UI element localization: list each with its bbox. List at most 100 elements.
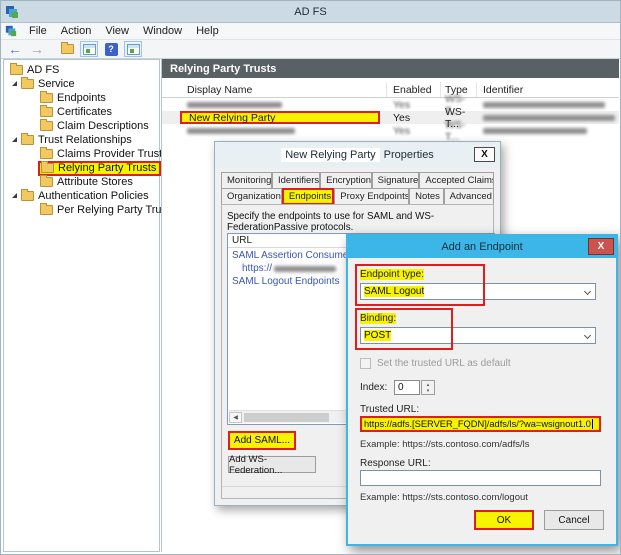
redacted-url	[274, 266, 336, 272]
tree-item-adfs[interactable]: AD FS	[4, 63, 159, 77]
tab-monitoring[interactable]: Monitoring	[221, 172, 272, 189]
export-list-icon[interactable]	[58, 41, 76, 57]
tab-proxy-endpoints[interactable]: Proxy Endpoints	[334, 188, 409, 205]
back-icon[interactable]: ←	[6, 41, 24, 57]
binding-label: Binding:	[360, 313, 396, 324]
tab-row-2: Organization Endpoints Proxy Endpoints N…	[221, 188, 494, 205]
enabled-value: Yes	[393, 125, 410, 137]
trusted-url-example: Example: https://sts.contoso.com/adfs/ls	[360, 439, 530, 450]
tree-item-claims-provider-trusts[interactable]: Claims Provider Trusts	[4, 147, 159, 161]
adfs-management-window: AD FS File Action View Window Help ← → ?…	[0, 0, 621, 555]
expander-icon[interactable]	[12, 193, 17, 198]
add-ws-federation-button[interactable]: Add WS-Federation...	[228, 456, 316, 473]
tree-item-trust-relationships[interactable]: Trust Relationships	[4, 133, 159, 147]
tree-item-claim-descriptions[interactable]: Claim Descriptions	[4, 119, 159, 133]
chevron-down-icon	[584, 288, 591, 295]
folder-icon	[40, 205, 53, 215]
expander-icon[interactable]	[12, 81, 17, 86]
tab-notes[interactable]: Notes	[409, 188, 444, 205]
trusted-url-value: https://adfs.[SERVER_FQDN]/adfs/ls/?wa=w…	[364, 419, 591, 429]
tab-accepted-claims[interactable]: Accepted Claims	[419, 172, 494, 189]
chevron-down-icon	[584, 332, 591, 339]
expander-icon[interactable]	[12, 137, 17, 142]
tree-label: Trust Relationships	[38, 134, 132, 146]
redacted-identifier	[483, 102, 605, 108]
tab-signature[interactable]: Signature	[372, 172, 420, 189]
ok-button[interactable]: OK	[474, 510, 534, 530]
index-input[interactable]: 0	[394, 380, 420, 395]
close-icon[interactable]: X	[588, 238, 614, 255]
tab-encryption[interactable]: Encryption	[320, 172, 371, 189]
display-name-value: New Relying Party	[189, 112, 275, 124]
menu-action[interactable]: Action	[54, 23, 99, 39]
default-url-checkbox-label: Set the trusted URL as default	[377, 358, 511, 369]
tab-advanced[interactable]: Advanced	[444, 188, 494, 205]
binding-select[interactable]: POST	[360, 327, 596, 344]
redacted-display-name	[187, 128, 295, 134]
column-header-enabled[interactable]: Enabled	[387, 82, 441, 97]
folder-icon	[40, 149, 53, 159]
question-glyph: ?	[105, 43, 118, 56]
tree-label: Authentication Policies	[38, 190, 149, 202]
help-icon[interactable]: ?	[102, 41, 120, 57]
show-console-tree-icon[interactable]	[80, 41, 98, 57]
add-saml-button[interactable]: Add SAML...	[228, 431, 296, 450]
endpoint-type-select[interactable]: SAML Logout	[360, 283, 596, 300]
cancel-button[interactable]: Cancel	[544, 510, 604, 530]
tree-item-relying-party-trusts[interactable]: Relying Party Trusts	[4, 161, 159, 175]
table-header-row: Display Name Enabled Type Identifier	[162, 82, 619, 98]
new-window-icon[interactable]	[124, 41, 142, 57]
spin-down-icon[interactable]: ▾	[427, 388, 430, 394]
tree-item-certificates[interactable]: Certificates	[4, 105, 159, 119]
tree-item-service[interactable]: Service	[4, 77, 159, 91]
tree-item-authentication-policies[interactable]: Authentication Policies	[4, 189, 159, 203]
close-icon[interactable]: X	[474, 147, 495, 162]
folder-icon	[21, 191, 34, 201]
index-label: Index:	[360, 382, 387, 393]
endpoint-type-label: Endpoint type:	[360, 269, 424, 280]
endpoints-description: Specify the endpoints to use for SAML an…	[227, 211, 488, 233]
folder-icon	[40, 121, 53, 131]
window-glyph	[127, 44, 140, 55]
redacted-identifier	[483, 128, 587, 134]
tree-item-attribute-stores[interactable]: Attribute Stores	[4, 175, 159, 189]
tree-label: Attribute Stores	[57, 176, 133, 188]
add-endpoint-title: Add an Endpoint	[441, 241, 522, 253]
menu-bar: File Action View Window Help	[1, 23, 620, 40]
redacted-display-name	[187, 102, 282, 108]
menu-file[interactable]: File	[22, 23, 54, 39]
tree-label: Certificates	[57, 106, 112, 118]
tree-item-endpoints[interactable]: Endpoints	[4, 91, 159, 105]
add-endpoint-titlebar: Add an Endpoint X	[348, 236, 616, 258]
tab-endpoints[interactable]: Endpoints	[282, 188, 334, 205]
index-stepper[interactable]: ▴▾	[421, 380, 435, 395]
console-tree-panel: AD FS Service Endpoints Certificates Cla…	[3, 59, 160, 552]
tab-organization[interactable]: Organization	[221, 188, 282, 205]
menu-window[interactable]: Window	[136, 23, 189, 39]
response-url-input[interactable]	[360, 470, 601, 486]
back-arrow-glyph: ←	[8, 42, 22, 56]
table-row-selected[interactable]: New Relying Party Yes WS-T...	[162, 111, 619, 124]
tree-item-per-relying-party-trust[interactable]: Per Relying Party Trust	[4, 203, 159, 217]
scroll-left-icon[interactable]: ◀	[229, 412, 242, 423]
table-row[interactable]: Yes WS-T...	[162, 124, 619, 137]
binding-value: POST	[364, 330, 391, 341]
url-prefix: https://	[242, 263, 272, 274]
table-row[interactable]: Yes WS-T...	[162, 98, 619, 111]
window-title: AD FS	[1, 6, 620, 18]
menu-view[interactable]: View	[98, 23, 136, 39]
menu-help[interactable]: Help	[189, 23, 226, 39]
column-header-display-name[interactable]: Display Name	[162, 82, 387, 97]
response-url-example: Example: https://sts.contoso.com/logout	[360, 492, 528, 503]
folder-icon	[10, 65, 23, 75]
default-url-checkbox[interactable]	[360, 358, 371, 369]
text-cursor	[592, 419, 593, 429]
forward-icon[interactable]: →	[28, 41, 46, 57]
column-header-identifier[interactable]: Identifier	[477, 82, 619, 97]
trusted-url-input[interactable]: https://adfs.[SERVER_FQDN]/adfs/ls/?wa=w…	[360, 416, 601, 432]
enabled-value: Yes	[393, 112, 410, 124]
scrollbar-thumb[interactable]	[244, 413, 329, 422]
tab-row-1: Monitoring Identifiers Encryption Signat…	[221, 172, 494, 189]
tab-identifiers[interactable]: Identifiers	[272, 172, 320, 189]
properties-dialog-titlebar: New Relying Party Properties X	[215, 142, 500, 168]
